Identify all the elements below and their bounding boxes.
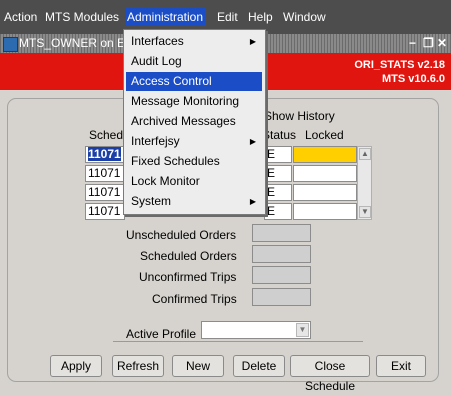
menu-item-label: Interfejsy (131, 134, 180, 148)
close-icon[interactable]: ✕ (437, 36, 447, 50)
window-title: MTS_OWNER on E (19, 36, 126, 50)
menu-action[interactable]: Action (2, 8, 39, 26)
unconfirmed-trips-field (252, 266, 311, 284)
close-schedule-button[interactable]: Close Schedule (290, 355, 370, 393)
status-field-3[interactable]: E (264, 184, 292, 201)
sched-value: 11071 (88, 147, 121, 161)
unconfirmed-trips-label: Unconfirmed Trips (139, 270, 237, 284)
locked-field-4[interactable] (293, 203, 357, 220)
ori-stats-version: ORI_STATS v2.18 (354, 59, 445, 71)
status-field-2[interactable]: E (264, 165, 292, 182)
active-profile-select[interactable]: ▼ (201, 321, 311, 339)
scroll-down-icon[interactable]: ▼ (359, 206, 371, 218)
delete-button[interactable]: Delete (233, 355, 285, 377)
menu-item-interfaces[interactable]: Interfaces ▶ (126, 32, 262, 51)
apply-button[interactable]: Apply (50, 355, 102, 377)
menu-edit[interactable]: Edit (215, 8, 240, 26)
menu-item-fixed-schedules[interactable]: Fixed Schedules (126, 152, 262, 171)
locked-field-2[interactable] (293, 165, 357, 182)
menu-item-label: Interfaces (131, 34, 184, 48)
refresh-button[interactable]: Refresh (112, 355, 164, 377)
mts-version: MTS v10.6.0 (382, 73, 445, 85)
sched-field-3[interactable]: 11071 (85, 184, 125, 201)
sched-field-2[interactable]: 11071 (85, 165, 125, 182)
confirmed-trips-field (252, 288, 311, 306)
locked-field-3[interactable] (293, 184, 357, 201)
menu-item-audit-log[interactable]: Audit Log (126, 52, 262, 71)
app-icon (3, 37, 18, 52)
sched-field-1[interactable]: 11071 (85, 146, 125, 163)
sched-field-4[interactable]: 11071 (85, 203, 125, 220)
menu-administration[interactable]: Administration (125, 8, 206, 26)
active-profile-label: Active Profile (126, 327, 197, 341)
rows-scrollbar[interactable]: ▲ ▼ (357, 146, 372, 220)
chevron-down-icon[interactable]: ▼ (296, 323, 309, 337)
menu-item-message-monitoring[interactable]: Message Monitoring (126, 92, 262, 111)
confirmed-trips-label: Confirmed Trips (152, 292, 237, 306)
unscheduled-orders-label: Unscheduled Orders (126, 228, 237, 242)
locked-field-1[interactable] (293, 146, 357, 163)
scroll-up-icon[interactable]: ▲ (359, 148, 371, 160)
status-field-4[interactable]: E (264, 203, 292, 220)
menu-item-label: System (131, 194, 172, 208)
restore-icon[interactable]: ❐ (423, 36, 434, 50)
scheduled-orders-field (252, 245, 311, 263)
administration-menu: Interfaces ▶ Audit Log Access Control Mes… (123, 29, 266, 215)
submenu-arrow-icon: ▶ (249, 137, 256, 146)
menu-mts-modules[interactable]: MTS Modules (43, 8, 121, 26)
new-button[interactable]: New (172, 355, 224, 377)
menu-item-archived-messages[interactable]: Archived Messages (126, 112, 262, 131)
status-field-1[interactable]: E (264, 146, 292, 163)
scheduled-orders-label: Scheduled Orders (140, 249, 237, 263)
show-history-label[interactable]: Show History (264, 109, 335, 123)
exit-button[interactable]: Exit (376, 355, 426, 377)
sched-header: Sched (89, 128, 124, 142)
locked-header: Locked (305, 128, 344, 142)
menu-window[interactable]: Window (281, 8, 328, 26)
menu-help[interactable]: Help (246, 8, 275, 26)
menu-item-lock-monitor[interactable]: Lock Monitor (126, 172, 262, 191)
menu-item-system[interactable]: System ▶ (126, 192, 262, 211)
form-divider (113, 341, 363, 342)
unscheduled-orders-field (252, 224, 311, 242)
minimize-icon[interactable]: − (409, 36, 416, 50)
menu-item-interfejsy[interactable]: Interfejsy ▶ (126, 132, 262, 151)
menu-item-access-control[interactable]: Access Control (126, 72, 262, 91)
submenu-arrow-icon: ▶ (249, 197, 256, 206)
submenu-arrow-icon: ▶ (249, 37, 256, 46)
status-header: Status (262, 128, 297, 142)
